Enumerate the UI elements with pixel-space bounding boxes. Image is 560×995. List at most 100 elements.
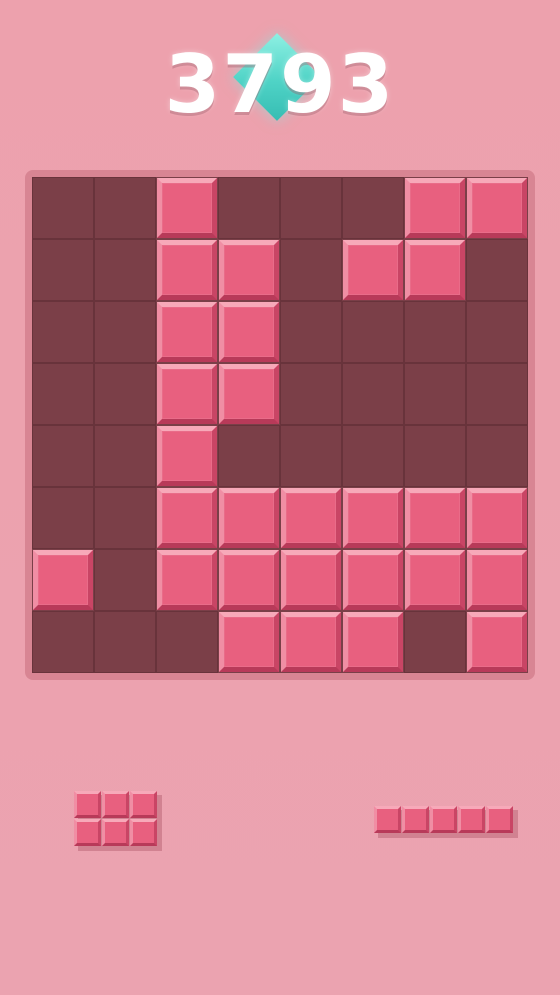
board-cell-empty[interactable] bbox=[32, 301, 94, 363]
board-cell-filled[interactable] bbox=[156, 177, 218, 239]
board-cell-filled[interactable] bbox=[32, 549, 94, 611]
board-cell-filled[interactable] bbox=[218, 239, 280, 301]
piece-block-tile bbox=[430, 806, 457, 833]
block-tile bbox=[157, 240, 217, 300]
board-cell-empty[interactable] bbox=[280, 363, 342, 425]
block-tile bbox=[343, 488, 403, 548]
board-cell-filled[interactable] bbox=[466, 487, 528, 549]
block-tile bbox=[281, 550, 341, 610]
block-tile bbox=[219, 240, 279, 300]
board-cell-empty[interactable] bbox=[94, 239, 156, 301]
piece-slot-1[interactable] bbox=[74, 791, 164, 851]
block-tile bbox=[157, 550, 217, 610]
piece-block-tile bbox=[74, 819, 101, 846]
board-cell-empty[interactable] bbox=[32, 611, 94, 673]
board-cell-filled[interactable] bbox=[156, 549, 218, 611]
board-cell-empty[interactable] bbox=[404, 611, 466, 673]
board-cell-filled[interactable] bbox=[280, 487, 342, 549]
piece-slot-2[interactable] bbox=[374, 806, 519, 838]
board-cell-empty[interactable] bbox=[280, 177, 342, 239]
board-cell-empty[interactable] bbox=[218, 177, 280, 239]
block-tile bbox=[281, 488, 341, 548]
block-tile bbox=[467, 178, 527, 238]
board-cell-empty[interactable] bbox=[94, 177, 156, 239]
board-cell-empty[interactable] bbox=[404, 363, 466, 425]
piece-block-tile bbox=[402, 806, 429, 833]
board-cell-filled[interactable] bbox=[404, 177, 466, 239]
block-tile bbox=[467, 612, 527, 672]
block-tile bbox=[33, 550, 93, 610]
board-cell-empty[interactable] bbox=[404, 425, 466, 487]
board-cell-filled[interactable] bbox=[342, 239, 404, 301]
board-cell-filled[interactable] bbox=[404, 487, 466, 549]
board-cell-empty[interactable] bbox=[218, 425, 280, 487]
board-cell-empty[interactable] bbox=[94, 301, 156, 363]
board-cell-filled[interactable] bbox=[156, 301, 218, 363]
board-cell-empty[interactable] bbox=[32, 177, 94, 239]
piece-block-tile bbox=[486, 806, 513, 833]
game-board[interactable] bbox=[32, 177, 528, 673]
board-cell-filled[interactable] bbox=[218, 363, 280, 425]
score-area: 3793 bbox=[0, 22, 560, 142]
board-cell-empty[interactable] bbox=[466, 301, 528, 363]
board-cell-filled[interactable] bbox=[280, 611, 342, 673]
board-cell-filled[interactable] bbox=[218, 611, 280, 673]
block-tile bbox=[467, 488, 527, 548]
board-cell-empty[interactable] bbox=[466, 239, 528, 301]
board-cell-empty[interactable] bbox=[342, 177, 404, 239]
board-cell-filled[interactable] bbox=[466, 549, 528, 611]
board-cell-empty[interactable] bbox=[342, 363, 404, 425]
board-cell-filled[interactable] bbox=[156, 487, 218, 549]
board-cell-filled[interactable] bbox=[466, 177, 528, 239]
board-cell-filled[interactable] bbox=[404, 239, 466, 301]
board-cell-empty[interactable] bbox=[32, 487, 94, 549]
piece-block-tile bbox=[74, 791, 101, 818]
board-cell-empty[interactable] bbox=[94, 363, 156, 425]
board-cell-filled[interactable] bbox=[218, 487, 280, 549]
board-cell-filled[interactable] bbox=[466, 611, 528, 673]
board-cell-filled[interactable] bbox=[156, 425, 218, 487]
board-cell-empty[interactable] bbox=[404, 301, 466, 363]
board-cell-filled[interactable] bbox=[404, 549, 466, 611]
block-tile bbox=[405, 178, 465, 238]
board-cell-filled[interactable] bbox=[156, 239, 218, 301]
block-tile bbox=[405, 488, 465, 548]
block-tile bbox=[405, 240, 465, 300]
board-cell-empty[interactable] bbox=[94, 549, 156, 611]
board-cell-empty[interactable] bbox=[280, 301, 342, 363]
block-tile bbox=[157, 426, 217, 486]
block-tile bbox=[219, 302, 279, 362]
board-cell-empty[interactable] bbox=[156, 611, 218, 673]
block-tile bbox=[219, 550, 279, 610]
score-value: 3793 bbox=[164, 38, 396, 131]
board-cell-empty[interactable] bbox=[32, 239, 94, 301]
board-cell-filled[interactable] bbox=[218, 549, 280, 611]
block-tile bbox=[343, 612, 403, 672]
block-tile bbox=[343, 550, 403, 610]
board-cell-filled[interactable] bbox=[280, 549, 342, 611]
board-cell-filled[interactable] bbox=[342, 487, 404, 549]
board-cell-empty[interactable] bbox=[280, 425, 342, 487]
board-cell-empty[interactable] bbox=[466, 363, 528, 425]
board-cell-empty[interactable] bbox=[466, 425, 528, 487]
piece-block-tile bbox=[374, 806, 401, 833]
board-cell-empty[interactable] bbox=[32, 363, 94, 425]
board-cell-filled[interactable] bbox=[342, 611, 404, 673]
board-cell-empty[interactable] bbox=[94, 425, 156, 487]
block-tile bbox=[157, 302, 217, 362]
block-tile bbox=[219, 488, 279, 548]
piece-block-tile bbox=[102, 791, 129, 818]
block-tile bbox=[157, 178, 217, 238]
block-tile bbox=[219, 364, 279, 424]
board-cell-filled[interactable] bbox=[218, 301, 280, 363]
board-cell-empty[interactable] bbox=[94, 487, 156, 549]
board-cell-empty[interactable] bbox=[32, 425, 94, 487]
board-cell-empty[interactable] bbox=[94, 611, 156, 673]
board-cell-empty[interactable] bbox=[280, 239, 342, 301]
piece-block-tile bbox=[102, 819, 129, 846]
board-cell-filled[interactable] bbox=[342, 549, 404, 611]
board-cell-empty[interactable] bbox=[342, 425, 404, 487]
block-tile bbox=[219, 612, 279, 672]
board-cell-empty[interactable] bbox=[342, 301, 404, 363]
board-cell-filled[interactable] bbox=[156, 363, 218, 425]
